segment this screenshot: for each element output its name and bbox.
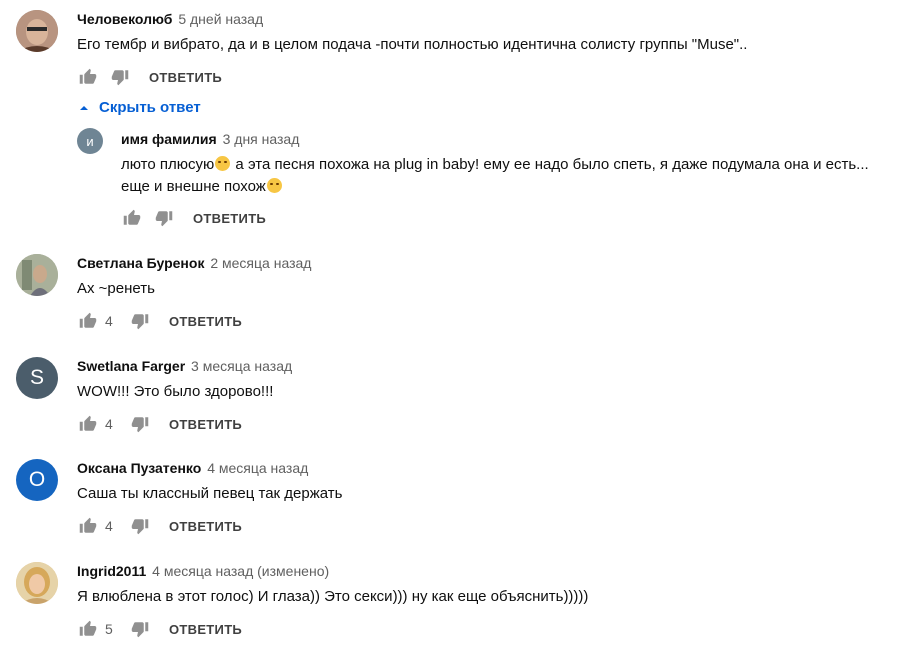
- dislike-button[interactable]: [129, 515, 151, 537]
- sad-emoji-icon: [266, 178, 282, 193]
- comment-text: Ах ~ренеть: [77, 280, 155, 297]
- dislike-button[interactable]: [109, 66, 131, 88]
- comment-actions: 4 ОТВЕТИТЬ: [77, 514, 242, 538]
- like-button[interactable]: [77, 618, 99, 640]
- reply-button[interactable]: ОТВЕТИТЬ: [169, 519, 242, 534]
- comment-text: WOW!!! Это было здорово!!!: [77, 383, 274, 400]
- reply-time[interactable]: 3 дня назад: [223, 131, 300, 147]
- thumb-up-icon: [79, 68, 97, 84]
- reply-avatar[interactable]: и: [77, 128, 103, 154]
- comment-actions: ОТВЕТИТЬ: [77, 65, 222, 89]
- reply-actions: ОТВЕТИТЬ: [121, 206, 266, 230]
- thumb-down-icon: [131, 417, 149, 433]
- comment-author[interactable]: Оксана Пузатенко: [77, 460, 201, 476]
- comment-time[interactable]: 2 месяца назад: [210, 255, 311, 271]
- reply-button[interactable]: ОТВЕТИТЬ: [169, 314, 242, 329]
- comment-author[interactable]: Человеколюб: [77, 11, 172, 27]
- thumb-down-icon: [131, 519, 149, 535]
- reply-text: люто плюсую а эта песня похожа на plug i…: [121, 156, 869, 173]
- avatar[interactable]: S: [16, 357, 58, 399]
- reply-button[interactable]: ОТВЕТИТЬ: [169, 417, 242, 432]
- comment-text: Его тембр и вибрато, да и в целом подача…: [77, 36, 748, 53]
- comment-author[interactable]: Swetlana Farger: [77, 358, 185, 374]
- avatar[interactable]: О: [16, 459, 58, 501]
- comment-text: Саша ты классный певец так держать: [77, 485, 343, 502]
- comment-actions: 5 ОТВЕТИТЬ: [77, 617, 242, 641]
- reply-button[interactable]: ОТВЕТИТЬ: [169, 622, 242, 637]
- thumb-up-icon: [123, 209, 141, 225]
- dislike-button[interactable]: [129, 618, 151, 640]
- thumb-down-icon: [131, 314, 149, 330]
- thumb-down-icon: [131, 622, 149, 638]
- comment-actions: 4 ОТВЕТИТЬ: [77, 309, 242, 333]
- comment-author[interactable]: Ingrid2011: [77, 563, 146, 579]
- thumb-up-icon: [79, 620, 97, 636]
- like-button[interactable]: [77, 66, 99, 88]
- thumb-up-icon: [79, 415, 97, 431]
- like-count: 4: [105, 518, 113, 534]
- like-button[interactable]: [77, 515, 99, 537]
- dislike-button[interactable]: [129, 413, 151, 435]
- crying-emoji-icon: [215, 156, 231, 171]
- avatar[interactable]: [16, 254, 58, 296]
- like-count: 4: [105, 416, 113, 432]
- like-button[interactable]: [121, 207, 143, 229]
- reply-button[interactable]: ОТВЕТИТЬ: [193, 211, 266, 226]
- comment-time[interactable]: 5 дней назад: [178, 11, 263, 27]
- reply-text-line2: еще и внешне похож: [121, 175, 283, 199]
- reply-button[interactable]: ОТВЕТИТЬ: [149, 70, 222, 85]
- hide-replies-button[interactable]: Скрыть ответ: [79, 99, 201, 116]
- comment-time[interactable]: 3 месяца назад: [191, 358, 292, 374]
- comment-text: Я влюблена в этот голос) И глаза)) Это с…: [77, 588, 589, 605]
- avatar[interactable]: [16, 562, 58, 604]
- like-button[interactable]: [77, 310, 99, 332]
- reply-author[interactable]: имя фамилия: [121, 131, 217, 147]
- comment-author[interactable]: Светлана Буренок: [77, 255, 204, 271]
- like-count: 4: [105, 313, 113, 329]
- caret-up-icon: [80, 105, 88, 110]
- comment-time[interactable]: 4 месяца назад (изменено): [152, 563, 329, 579]
- thumb-up-icon: [79, 517, 97, 533]
- like-button[interactable]: [77, 413, 99, 435]
- thumb-up-icon: [79, 312, 97, 328]
- avatar[interactable]: [16, 10, 58, 52]
- hide-replies-label: Скрыть ответ: [99, 99, 201, 116]
- dislike-button[interactable]: [153, 207, 175, 229]
- dislike-button[interactable]: [129, 310, 151, 332]
- comment-time[interactable]: 4 месяца назад: [207, 460, 308, 476]
- thumb-down-icon: [111, 70, 129, 86]
- thumb-down-icon: [155, 211, 173, 227]
- like-count: 5: [105, 621, 113, 637]
- comment-actions: 4 ОТВЕТИТЬ: [77, 412, 242, 436]
